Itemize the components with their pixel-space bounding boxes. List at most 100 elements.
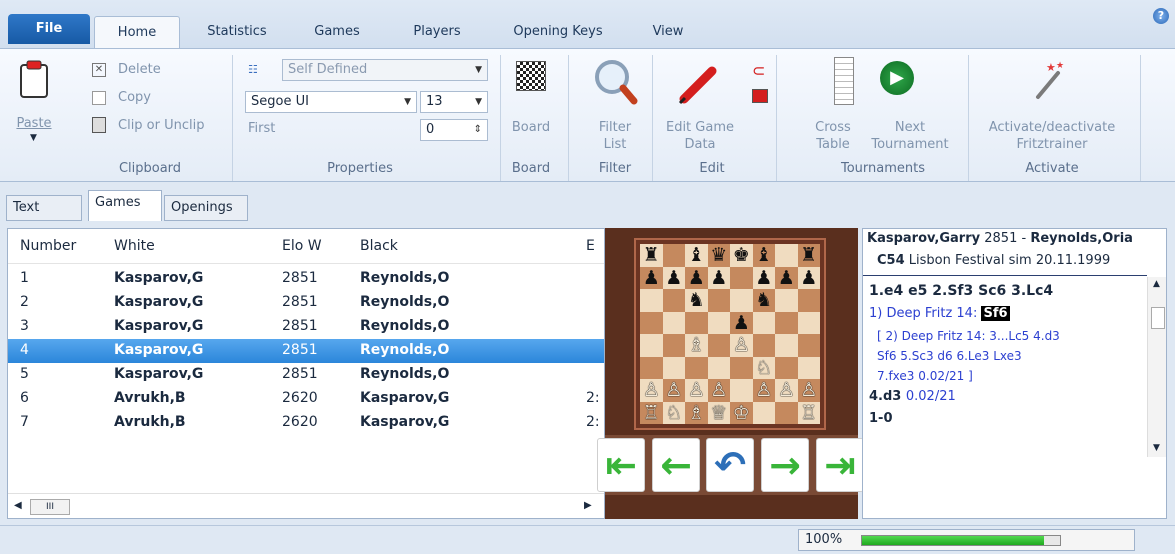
board-square[interactable]: ♙ [685, 379, 708, 402]
black-bishop-icon[interactable]: ♝ [688, 244, 705, 266]
main-line-cont[interactable]: 4.d3 0.02/21 [869, 389, 956, 404]
board-square[interactable] [730, 379, 753, 402]
board-square[interactable]: ♟ [775, 266, 798, 289]
previous-move-icon[interactable]: ← [652, 438, 700, 492]
main-line[interactable]: 1.e4 e5 2.Sf3 Sc6 3.Lc4 [869, 283, 1053, 299]
board-square[interactable] [707, 289, 730, 312]
column-header-number[interactable]: Number [20, 238, 76, 254]
white-pawn-icon[interactable]: ♙ [755, 379, 772, 401]
board-square[interactable]: ♟ [685, 266, 708, 289]
activate-fritztrainer-button[interactable]: Activate/deactivate Fritztrainer [972, 119, 1132, 153]
help-icon[interactable]: ? [1153, 8, 1169, 24]
horizontal-scrollbar[interactable]: ◀ III ▶ [8, 493, 604, 519]
current-move[interactable]: Sf6 [981, 306, 1010, 321]
table-row[interactable]: 7 Avrukh,B 2620 Kasparov,G 2: [8, 411, 604, 435]
black-knight-icon[interactable]: ♞ [688, 289, 705, 311]
white-pawn-icon[interactable]: ♙ [778, 379, 795, 401]
paste-dropdown-icon[interactable]: ▼ [30, 133, 37, 143]
board-square[interactable]: ♟ [707, 266, 730, 289]
board-square[interactable]: ♟ [662, 266, 685, 289]
variation-2[interactable]: [ 2) Deep Fritz 14: 3...Lc5 4.d3 [877, 329, 1060, 343]
board-square[interactable] [662, 289, 685, 312]
board-square[interactable]: ♟ [797, 266, 820, 289]
font-select[interactable]: Segoe UI ▼ [245, 91, 417, 113]
board-square[interactable]: ♟ [752, 266, 775, 289]
black-pawn-icon[interactable]: ♟ [688, 267, 705, 289]
board-square[interactable] [640, 289, 663, 312]
tab-games-list[interactable]: Games [88, 190, 162, 221]
variation-1[interactable]: 1) Deep Fritz 14: Sf6 [869, 306, 1010, 321]
board-square[interactable]: ♖ [640, 401, 663, 424]
notation-scrollbar[interactable]: ▲ ▼ [1147, 277, 1166, 457]
table-row[interactable]: 5 Kasparov,G 2851 Reynolds,O [8, 363, 604, 387]
board-square[interactable]: ♜ [640, 244, 663, 267]
board-square[interactable] [707, 311, 730, 334]
copy-button[interactable]: Copy [118, 89, 151, 106]
board-square[interactable]: ♚ [730, 244, 753, 267]
take-back-icon[interactable]: ↶ [706, 438, 754, 492]
cross-table-button[interactable]: Cross Table [806, 119, 860, 153]
white-king-icon[interactable]: ♔ [733, 402, 750, 424]
board-square[interactable] [752, 334, 775, 357]
tab-text[interactable]: Text [6, 195, 82, 221]
delete-button[interactable]: Delete [118, 61, 161, 78]
board-square[interactable] [685, 311, 708, 334]
paste-button[interactable]: Paste [14, 115, 54, 132]
black-pawn-icon[interactable]: ♟ [643, 267, 660, 289]
white-bishop-icon[interactable]: ♗ [688, 402, 705, 424]
board-square[interactable]: ♔ [730, 401, 753, 424]
board-square[interactable] [775, 289, 798, 312]
board-square[interactable] [797, 356, 820, 379]
scroll-thumb[interactable] [1151, 307, 1165, 329]
tab-players[interactable]: Players [398, 16, 476, 48]
board-square[interactable]: ♝ [752, 244, 775, 267]
next-tournament-button[interactable]: Next Tournament [860, 119, 960, 153]
board-square[interactable] [775, 356, 798, 379]
white-pawn-icon[interactable]: ♙ [688, 379, 705, 401]
scroll-left-icon[interactable]: ◀ [14, 500, 22, 511]
board-square[interactable]: ♙ [662, 379, 685, 402]
board-button[interactable]: Board [504, 119, 558, 136]
black-pawn-icon[interactable]: ♟ [800, 267, 817, 289]
board-square[interactable]: ♟ [640, 266, 663, 289]
white-knight-icon[interactable]: ♘ [755, 357, 772, 379]
chess-board[interactable]: ♜ ♝ ♛ ♚ ♝ ♜ ♟ ♟ ♟ ♟ ♟ ♟ ♟ ♞ ♞ ♟ ♗ ♙ ♘ ♙ ♙ ♙ ♙ ♙ ♙ ♙ ♖ ♘ ♗ ♕ ♔ ♖ [636, 240, 824, 428]
board-square[interactable] [662, 311, 685, 334]
board-square[interactable] [775, 311, 798, 334]
board-square[interactable]: ♖ [797, 401, 820, 424]
black-pawn-icon[interactable]: ♟ [665, 267, 682, 289]
black-bishop-icon[interactable]: ♝ [755, 244, 772, 266]
white-pawn-icon[interactable]: ♙ [643, 379, 660, 401]
white-rook-icon[interactable]: ♖ [643, 402, 660, 424]
first-move-icon[interactable]: ⇤ [597, 438, 645, 492]
scroll-up-icon[interactable]: ▲ [1153, 279, 1160, 289]
board-square[interactable]: ♞ [685, 289, 708, 312]
scroll-right-icon[interactable]: ▶ [584, 500, 592, 511]
style-select[interactable]: Self Defined ▼ [282, 59, 488, 81]
board-square[interactable]: ♘ [662, 401, 685, 424]
tab-games[interactable]: Games [300, 16, 374, 48]
table-row[interactable]: 6 Avrukh,B 2620 Kasparov,G 2: [8, 387, 604, 411]
board-square[interactable]: ♘ [752, 356, 775, 379]
board-square[interactable]: ♕ [707, 401, 730, 424]
tab-openings[interactable]: Openings [164, 195, 248, 221]
next-move-icon[interactable]: → [761, 438, 809, 492]
column-header-black[interactable]: Black [360, 238, 398, 254]
black-pawn-icon[interactable]: ♟ [778, 267, 795, 289]
board-square[interactable]: ♙ [730, 334, 753, 357]
table-row[interactable]: 1 Kasparov,G 2851 Reynolds,O [8, 267, 604, 291]
board-square[interactable] [730, 356, 753, 379]
board-square[interactable] [707, 334, 730, 357]
variation-2-end[interactable]: 7.fxe3 0.02/21 ] [877, 369, 973, 383]
tab-view[interactable]: View [640, 16, 696, 48]
board-square[interactable] [775, 244, 798, 267]
board-square[interactable] [752, 311, 775, 334]
black-rook-icon[interactable]: ♜ [643, 244, 660, 266]
board-square[interactable]: ♝ [685, 244, 708, 267]
board-square[interactable]: ♙ [752, 379, 775, 402]
board-square[interactable]: ♟ [730, 311, 753, 334]
black-king-icon[interactable]: ♚ [733, 244, 750, 266]
font-size-select[interactable]: 13 ▼ [420, 91, 488, 113]
board-square[interactable] [730, 289, 753, 312]
board-square[interactable] [752, 401, 775, 424]
